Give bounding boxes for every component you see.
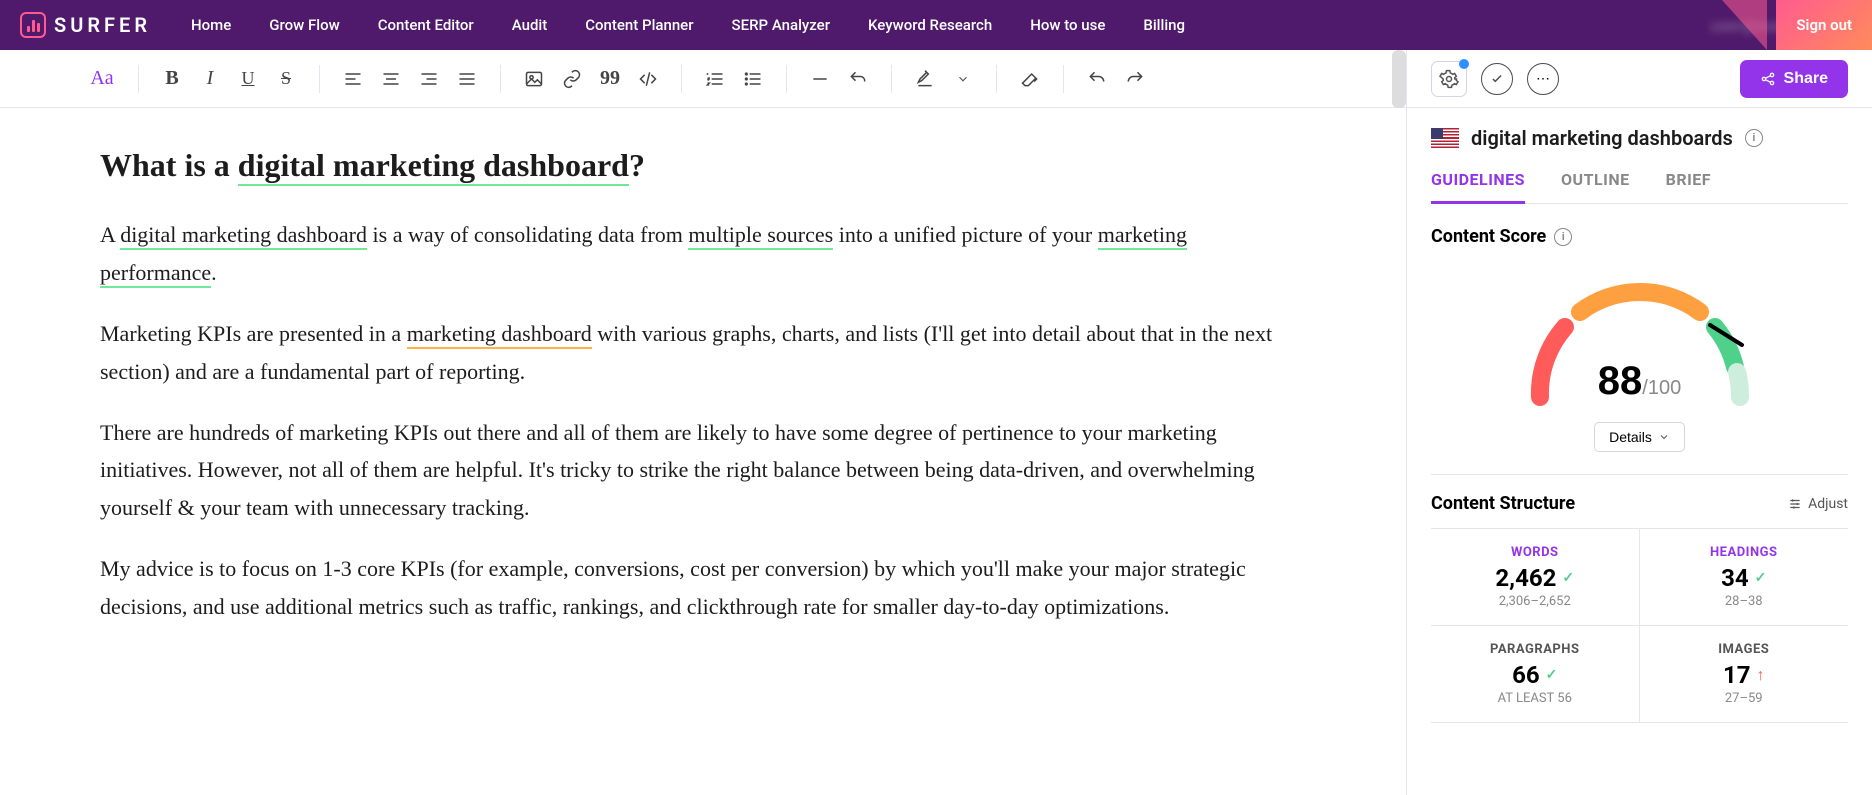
us-flag-icon [1431, 128, 1459, 148]
more-circle-button[interactable]: ⋯ [1527, 63, 1559, 95]
nav-content-planner[interactable]: Content Planner [585, 16, 693, 34]
align-left-icon[interactable] [342, 68, 364, 90]
settings-button[interactable] [1431, 61, 1467, 97]
signout-button[interactable]: Sign out [1776, 0, 1872, 50]
ordered-list-icon[interactable] [704, 68, 726, 90]
keyword-row: digital marketing dashboards i [1431, 126, 1848, 150]
chevron-down-icon[interactable] [952, 68, 974, 90]
keyword-highlight: digital marketing dashboard [120, 222, 367, 250]
link-icon[interactable] [561, 68, 583, 90]
align-center-icon[interactable] [380, 68, 402, 90]
check-icon: ✓ [1562, 570, 1574, 586]
metric-words: WORDS 2,462✓ 2,306–2,652 [1431, 529, 1640, 626]
check-icon: ✓ [1755, 570, 1767, 586]
target-keyword: digital marketing dashboards [1471, 126, 1733, 150]
score-gauge: 88/100 [1431, 257, 1848, 412]
nav-links: Home Grow Flow Content Editor Audit Cont… [191, 16, 1185, 34]
signout-wedge [1722, 0, 1767, 50]
content-score-label: Content Score i [1431, 226, 1848, 247]
nav-grow-flow[interactable]: Grow Flow [269, 16, 339, 34]
scrollbar[interactable] [1392, 50, 1406, 108]
unordered-list-icon[interactable] [742, 68, 764, 90]
paragraph[interactable]: A digital marketing dashboard is a way o… [100, 216, 1306, 291]
warn-icon: ↑ [1757, 665, 1765, 685]
metric-headings: HEADINGS 34✓ 28–38 [1640, 529, 1849, 626]
eraser-icon[interactable] [1019, 68, 1041, 90]
notification-dot [1459, 59, 1469, 69]
align-right-icon[interactable] [418, 68, 440, 90]
nav-keyword-research[interactable]: Keyword Research [868, 16, 992, 34]
check-icon: ✓ [1546, 667, 1558, 683]
align-justify-icon[interactable] [456, 68, 478, 90]
guidelines-sidebar: ⋯ Share digital marketing dashboards i G… [1407, 50, 1872, 795]
check-circle-button[interactable] [1481, 63, 1513, 95]
metrics-grid: WORDS 2,462✓ 2,306–2,652 HEADINGS 34✓ 28… [1431, 528, 1848, 723]
code-icon[interactable] [637, 68, 659, 90]
image-icon[interactable] [523, 68, 545, 90]
info-icon[interactable]: i [1745, 129, 1763, 147]
nav-home[interactable]: Home [191, 16, 231, 34]
undo-icon[interactable] [1086, 68, 1108, 90]
share-button[interactable]: Share [1740, 60, 1848, 98]
score-value: 88 [1598, 359, 1643, 403]
score-max: /100 [1642, 377, 1681, 399]
metric-paragraphs: PARAGRAPHS 66✓ AT LEAST 56 [1431, 626, 1640, 723]
editor-area: Aa B I U S 99 [0, 50, 1407, 795]
logo-text: SURFER [54, 13, 151, 37]
keyword-highlight: digital marketing dashboard [238, 147, 629, 186]
tab-brief[interactable]: BRIEF [1666, 170, 1711, 203]
quote-icon[interactable]: 99 [599, 68, 621, 90]
text-style-dropdown[interactable]: Aa [94, 68, 116, 90]
logo[interactable]: SURFER [20, 12, 151, 38]
nav-billing[interactable]: Billing [1143, 16, 1185, 34]
horizontal-rule-icon[interactable] [809, 68, 831, 90]
sidebar-header: ⋯ Share [1407, 50, 1872, 108]
keyword-highlight: marketing dashboard [407, 321, 592, 349]
keyword-highlight: multiple sources [688, 222, 833, 250]
tab-outline[interactable]: OUTLINE [1561, 170, 1630, 203]
highlight-icon[interactable] [914, 68, 936, 90]
info-icon[interactable]: i [1554, 228, 1572, 246]
adjust-button[interactable]: Adjust [1788, 496, 1848, 512]
bold-icon[interactable]: B [161, 68, 183, 90]
nav-content-editor[interactable]: Content Editor [378, 16, 474, 34]
sidebar-tabs: GUIDELINES OUTLINE BRIEF [1431, 170, 1848, 204]
logo-icon [20, 12, 46, 38]
redo-icon[interactable] [1124, 68, 1146, 90]
nav-serp-analyzer[interactable]: SERP Analyzer [732, 16, 830, 34]
nav-how-to-use[interactable]: How to use [1030, 16, 1105, 34]
italic-icon[interactable]: I [199, 68, 221, 90]
nav-audit[interactable]: Audit [512, 16, 547, 34]
undo-arrow-icon[interactable] [847, 68, 869, 90]
metric-images: IMAGES 17↑ 27–59 [1640, 626, 1849, 723]
tab-guidelines[interactable]: GUIDELINES [1431, 170, 1525, 204]
content-structure-label: Content Structure [1431, 493, 1575, 514]
paragraph[interactable]: There are hundreds of marketing KPIs out… [100, 414, 1306, 526]
underline-icon[interactable]: U [237, 68, 259, 90]
paragraph[interactable]: My advice is to focus on 1-3 core KPIs (… [100, 550, 1306, 625]
editor-content[interactable]: What is a digital marketing dashboard? A… [0, 108, 1406, 679]
heading-2[interactable]: What is a digital marketing dashboard? [100, 138, 1306, 192]
paragraph[interactable]: Marketing KPIs are presented in a market… [100, 315, 1306, 390]
details-button[interactable]: Details [1594, 422, 1685, 452]
top-nav: SURFER Home Grow Flow Content Editor Aud… [0, 0, 1872, 50]
strikethrough-icon[interactable]: S [275, 68, 297, 90]
editor-toolbar: Aa B I U S 99 [0, 50, 1406, 108]
